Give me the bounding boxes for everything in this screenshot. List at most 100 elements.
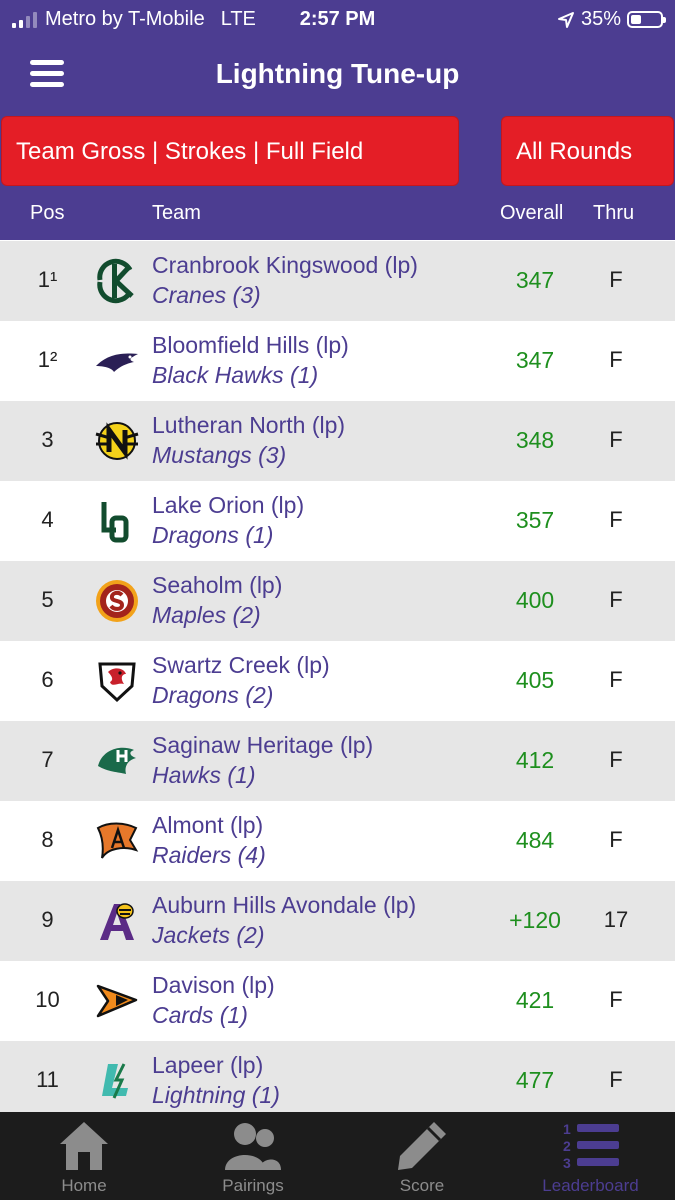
team-name: Swartz Creek (lp) — [152, 652, 330, 678]
column-team: Team — [152, 202, 201, 224]
scoring-filter-button[interactable]: Team Gross | Strokes | Full Field — [1, 116, 459, 186]
thru-holes: F — [609, 347, 623, 372]
cranbrook-kc-logo — [97, 258, 134, 304]
row-position: 4 — [41, 507, 54, 532]
team-mascot: Lightning (1) — [152, 1082, 280, 1108]
overall-score: +120 — [509, 907, 561, 933]
overall-score: 405 — [515, 667, 555, 693]
raider-flag-logo — [96, 822, 139, 859]
row-position: 9 — [41, 907, 54, 932]
team-name: Seaholm (lp) — [152, 572, 283, 598]
team-mascot: Jackets (2) — [152, 922, 265, 948]
dragon-shield-logo — [98, 662, 136, 703]
bottom-tab-bar: Home Pairings Score 1 2 3 Leaderboard — [0, 1112, 675, 1200]
thru-holes: F — [609, 587, 623, 612]
thru-holes: F — [609, 267, 623, 292]
filter-bar: Team Gross | Strokes | Full Field All Ro… — [0, 114, 675, 188]
overall-score: 347 — [515, 267, 555, 293]
tab-score[interactable]: Score — [338, 1112, 506, 1200]
row-position: 5 — [41, 587, 54, 612]
overall-score: 477 — [515, 1067, 555, 1093]
thru-holes: F — [609, 667, 623, 692]
pencil-icon — [398, 1122, 446, 1170]
leaderboard-column-header: Pos Team Overall Thru — [0, 188, 675, 240]
tab-home[interactable]: Home — [0, 1112, 168, 1200]
team-name: Auburn Hills Avondale (lp) — [152, 892, 417, 918]
tab-pairings[interactable]: Pairings — [168, 1112, 338, 1200]
overall-score: 348 — [515, 427, 555, 453]
tab-leaderboard-label: Leaderboard — [542, 1176, 639, 1195]
overall-score: 412 — [515, 747, 555, 773]
row-position: 1² — [37, 347, 58, 372]
team-name: Saginaw Heritage (lp) — [152, 732, 374, 758]
overall-score: 400 — [515, 587, 555, 613]
row-position: 7 — [41, 747, 54, 772]
hawk-h-logo — [98, 747, 136, 774]
leaderboard-row[interactable]: 9 Auburn Hills Avondale (lp) Jackets (2)… — [0, 881, 675, 961]
column-thru: Thru — [593, 202, 635, 224]
overall-score: 347 — [515, 347, 555, 373]
lightning-l-logo — [102, 1063, 128, 1099]
leaderboard-list-icon: 1 2 3 — [563, 1121, 619, 1171]
row-position: 8 — [41, 827, 54, 852]
tab-score-label: Score — [399, 1176, 445, 1195]
thru-holes: F — [609, 747, 623, 772]
team-name: Lapeer (lp) — [152, 1052, 264, 1078]
leaderboard-row[interactable]: 8 Almont (lp) Raiders (4) 484 F — [0, 801, 675, 881]
leaderboard-row[interactable]: 7 Saginaw Heritage (lp) Hawks (1) 412 F — [0, 721, 675, 801]
team-mascot: Cards (1) — [152, 1002, 248, 1028]
leaderboard-row[interactable]: 4 Lake Orion (lp) Dragons (1) 357 F — [0, 481, 675, 561]
home-icon — [60, 1122, 108, 1170]
svg-text:1: 1 — [563, 1121, 571, 1137]
team-mascot: Dragons (2) — [152, 682, 274, 708]
thru-holes: F — [609, 987, 623, 1012]
team-name: Cranbrook Kingswood (lp) — [152, 252, 418, 278]
team-name: Davison (lp) — [152, 972, 275, 998]
mustang-n-logo — [95, 422, 139, 460]
team-mascot: Black Hawks (1) — [152, 362, 319, 388]
row-position: 3 — [41, 427, 54, 452]
overall-score: 484 — [515, 827, 555, 853]
row-position: 11 — [36, 1067, 59, 1092]
rounds-filter-button[interactable]: All Rounds — [501, 116, 674, 186]
row-position: 10 — [35, 987, 60, 1012]
svg-text:2: 2 — [563, 1138, 571, 1154]
team-name: Almont (lp) — [152, 812, 264, 838]
status-bar: Metro by T-Mobile LTE 2:57 PM 35% — [0, 0, 675, 38]
leaderboard-row[interactable]: 11 Lapeer (lp) Lightning (1) 477 F — [0, 1041, 675, 1121]
page-title: Lightning Tune-up — [215, 58, 460, 89]
row-position: 1¹ — [37, 267, 58, 292]
team-name: Bloomfield Hills (lp) — [152, 332, 349, 358]
battery-icon — [627, 11, 666, 28]
thru-holes: F — [609, 507, 623, 532]
thru-holes: 17 — [603, 907, 629, 932]
black-hawk-logo — [96, 353, 138, 372]
team-name: Lake Orion (lp) — [152, 492, 305, 518]
overall-score: 421 — [515, 987, 555, 1013]
team-mascot: Cranes (3) — [152, 282, 261, 308]
team-mascot: Hawks (1) — [152, 762, 256, 788]
leaderboard-row[interactable]: 1¹ Cranbrook Kingswood (lp) Cranes (3) 3… — [0, 241, 675, 321]
leaderboard-list: 1¹ Cranbrook Kingswood (lp) Cranes (3) 3… — [0, 241, 675, 1121]
team-mascot: Dragons (1) — [152, 522, 274, 548]
leaderboard-row[interactable]: 10 Davison (lp) Cards (1) 421 F — [0, 961, 675, 1041]
column-overall: Overall — [500, 202, 564, 224]
leaderboard-row[interactable]: 1² Bloomfield Hills (lp) Black Hawks (1)… — [0, 321, 675, 401]
svg-text:3: 3 — [563, 1155, 571, 1171]
column-pos: Pos — [30, 202, 65, 224]
overall-score: 357 — [515, 507, 555, 533]
location-arrow-icon — [557, 11, 574, 28]
leaderboard-row[interactable]: 6 Swartz Creek (lp) Dragons (2) 405 F — [0, 641, 675, 721]
people-icon — [225, 1123, 281, 1170]
lo-logo — [101, 502, 129, 543]
battery-percent: 35% — [580, 8, 621, 30]
leaderboard-row[interactable]: 5 Seaholm (lp) Maples (2) 400 F — [0, 561, 675, 641]
leaderboard-row[interactable]: 3 Lutheran North (lp) Mustangs (3) 348 F — [0, 401, 675, 481]
tab-pairings-label: Pairings — [222, 1176, 284, 1195]
tab-leaderboard[interactable]: 1 2 3 Leaderboard — [506, 1112, 675, 1200]
thru-holes: F — [609, 427, 623, 452]
thru-holes: F — [609, 1067, 623, 1092]
seaholm-s-logo — [96, 580, 138, 622]
team-name: Lutheran North (lp) — [152, 412, 346, 438]
status-right: 35% — [557, 8, 666, 31]
